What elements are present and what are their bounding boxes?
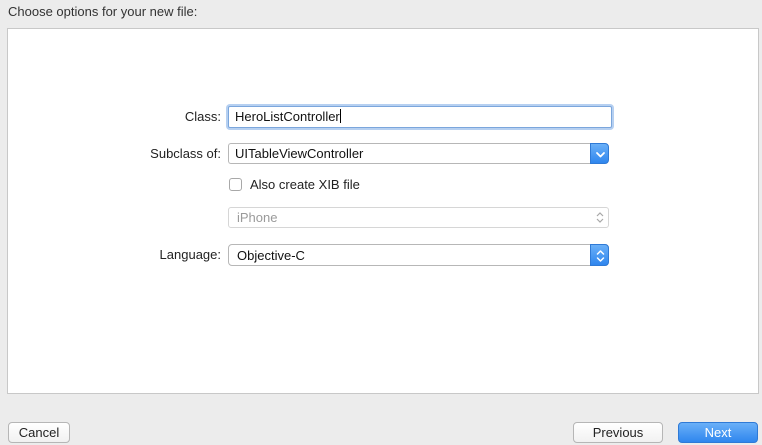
subclass-value: UITableViewController [235, 146, 364, 161]
subclass-dropdown-button[interactable] [590, 143, 609, 164]
class-name-value: HeroListController [235, 109, 340, 124]
language-label: Language: [159, 247, 221, 262]
dialog-title: Choose options for your new file: [8, 4, 198, 19]
language-popup[interactable]: Objective-C [228, 244, 609, 266]
xib-checkbox-label[interactable]: Also create XIB file [250, 177, 360, 192]
language-popup-button[interactable] [590, 244, 609, 266]
class-label: Class: [184, 109, 221, 124]
device-popup: iPhone [228, 207, 609, 228]
xib-checkbox[interactable] [229, 178, 242, 191]
subclass-label: Subclass of: [150, 146, 221, 161]
text-caret [339, 109, 341, 123]
previous-button[interactable]: Previous [573, 422, 663, 443]
chevron-down-icon [596, 152, 605, 158]
subclass-combo-field[interactable]: UITableViewController [228, 143, 603, 164]
language-value: Objective-C [237, 248, 305, 263]
up-down-chevron-icon [594, 210, 606, 225]
next-button[interactable]: Next [678, 422, 758, 443]
class-name-field[interactable]: HeroListController [228, 106, 612, 128]
up-down-chevron-icon [596, 250, 605, 262]
device-value: iPhone [237, 210, 278, 225]
cancel-button[interactable]: Cancel [8, 422, 70, 443]
